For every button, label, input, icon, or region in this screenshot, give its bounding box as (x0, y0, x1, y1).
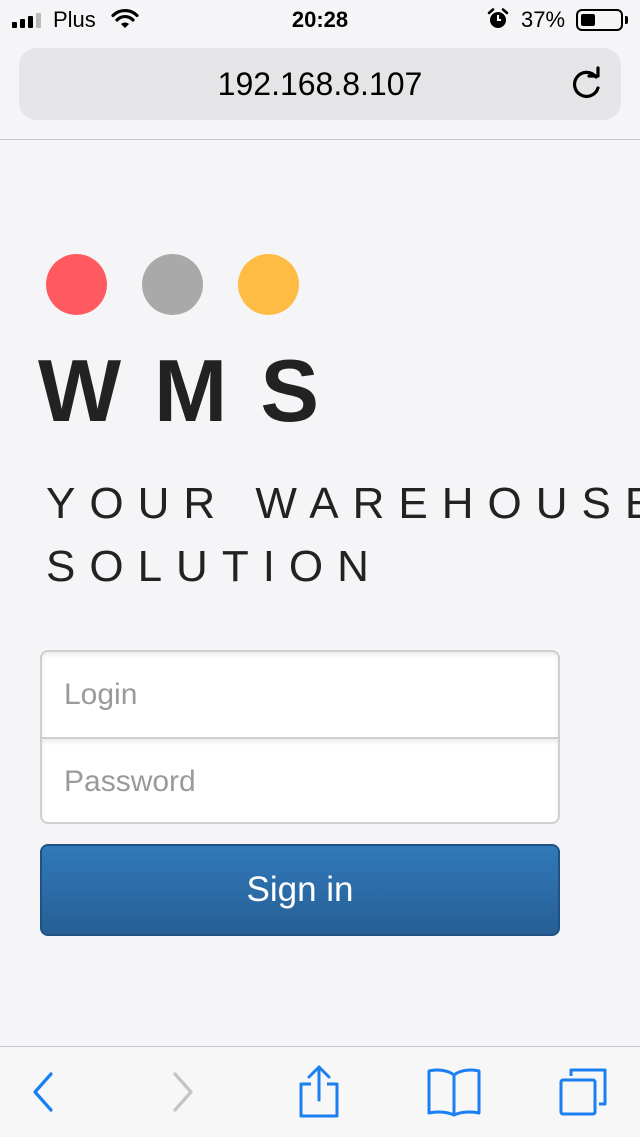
battery-percent: 37% (521, 7, 566, 32)
status-bar: Plus 20:28 37% (0, 0, 640, 40)
forward-icon (173, 1072, 193, 1112)
brand-name: WMS (38, 341, 353, 440)
password-input[interactable] (42, 739, 558, 822)
browser-header: 192.168.8.107 (0, 40, 640, 140)
logo-dot-yellow (238, 254, 299, 315)
logo-dot-red (46, 254, 107, 315)
address-bar[interactable]: 192.168.8.107 (19, 48, 621, 120)
tagline-line-1: YOUR WAREHOUSE (46, 479, 640, 528)
login-form (40, 650, 560, 824)
reload-icon[interactable] (567, 66, 605, 104)
battery-level-fill (581, 14, 595, 26)
share-icon (299, 1065, 339, 1118)
back-button[interactable] (10, 1047, 76, 1137)
tabs-button[interactable] (550, 1047, 616, 1137)
back-icon (33, 1072, 53, 1112)
battery-nub (625, 16, 628, 24)
url-text[interactable]: 192.168.8.107 (19, 48, 621, 120)
login-input[interactable] (42, 652, 558, 737)
tagline-line-2: SOLUTION (46, 542, 383, 591)
tagline: YOUR WAREHOUSE SOLUTION (46, 472, 640, 598)
logo-dot-gray (142, 254, 203, 315)
sign-in-button[interactable]: Sign in (40, 844, 560, 936)
bookmarks-button[interactable] (418, 1047, 490, 1137)
battery-icon (576, 9, 623, 31)
browser-toolbar (0, 1046, 640, 1136)
bookmarks-icon (427, 1068, 481, 1117)
share-button[interactable] (286, 1047, 352, 1137)
tabs-icon (559, 1068, 607, 1116)
alarm-icon (487, 8, 509, 36)
forward-button[interactable] (150, 1047, 216, 1137)
